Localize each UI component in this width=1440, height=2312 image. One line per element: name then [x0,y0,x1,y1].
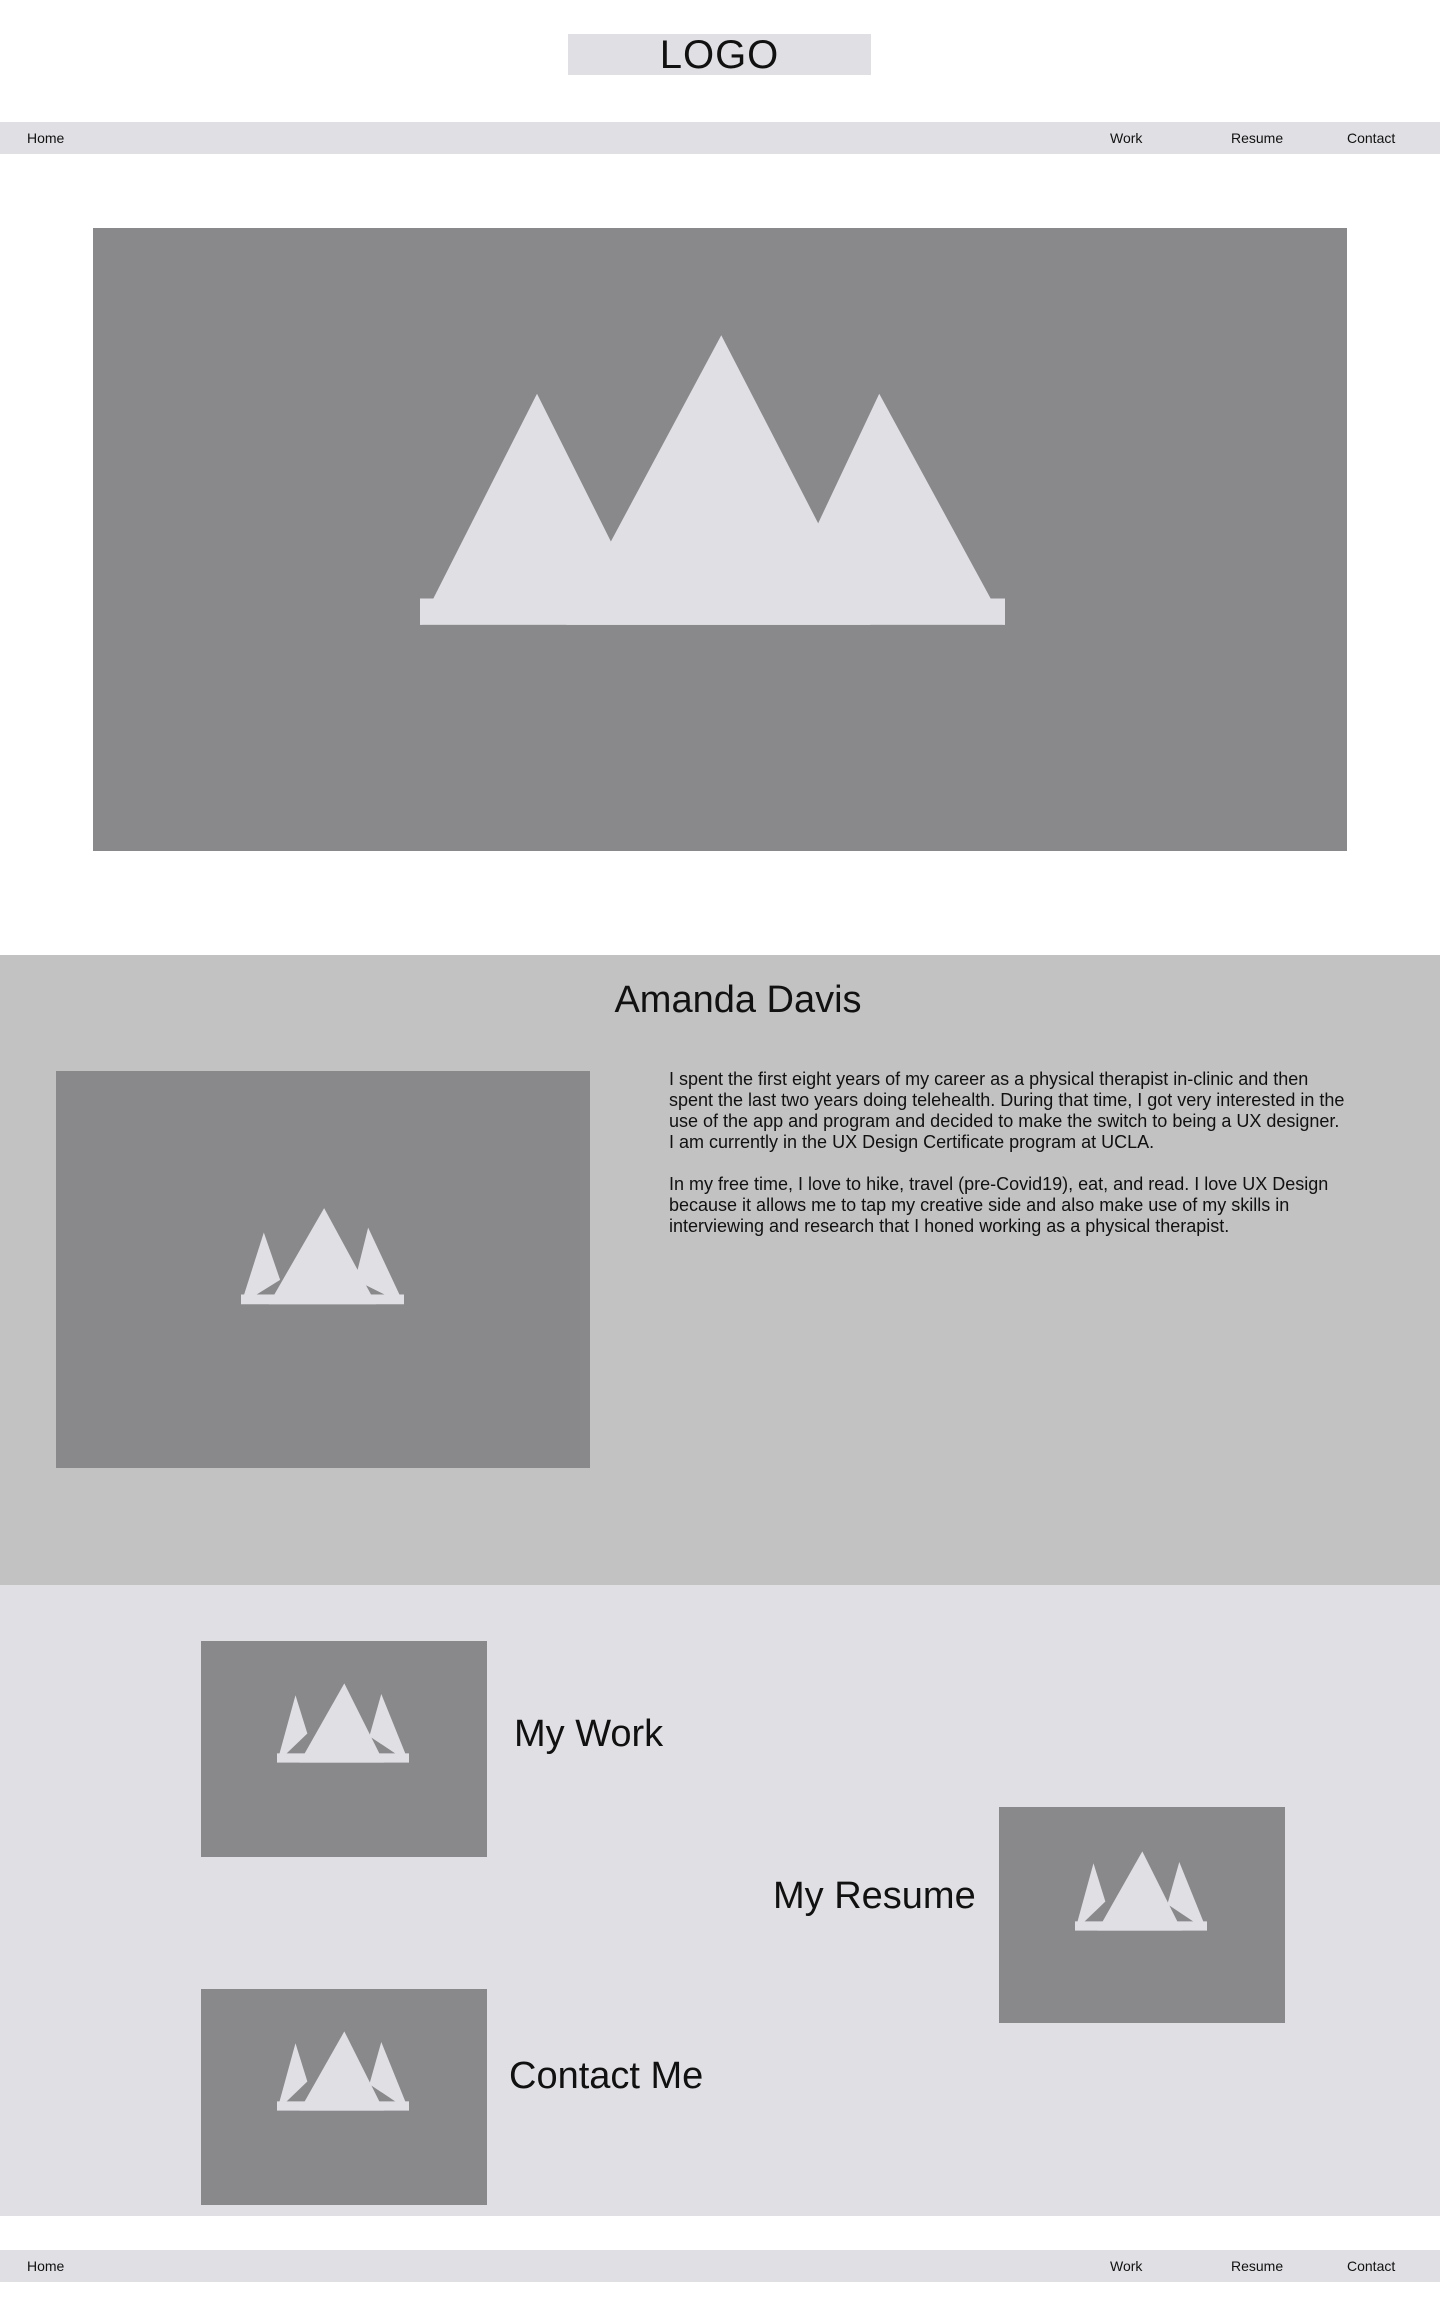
top-nav: Home Work Resume Contact [0,122,1440,154]
nav-resume-link[interactable]: Resume [1231,122,1283,154]
footer-contact-link[interactable]: Contact [1347,2250,1395,2282]
logo[interactable]: LOGO [568,34,871,75]
profile-photo [56,1071,590,1468]
contact-thumbnail[interactable] [201,1989,487,2205]
mountain-icon [277,2031,409,2111]
mountain-icon [1075,1851,1207,1931]
links-section: My Work My Resume Contact Me [0,1585,1440,2216]
mountain-icon [277,1683,409,1763]
mountain-icon [241,1208,404,1305]
hero-image [93,228,1347,851]
mountain-icon [420,335,1005,625]
logo-text: LOGO [659,32,780,77]
nav-work-link[interactable]: Work [1110,122,1142,154]
about-name: Amanda Davis [614,979,862,1021]
nav-contact-link[interactable]: Contact [1347,122,1395,154]
work-thumbnail[interactable] [201,1641,487,1857]
nav-home-link[interactable]: Home [27,122,64,154]
footer-home-link[interactable]: Home [27,2250,64,2282]
about-bio: I spent the first eight years of my care… [669,1069,1349,1258]
my-work-link[interactable]: My Work [514,1713,663,1756]
my-resume-link[interactable]: My Resume [773,1875,976,1918]
about-paragraph: I spent the first eight years of my care… [669,1069,1345,1152]
about-paragraph: In my free time, I love to hike, travel … [669,1174,1329,1236]
resume-thumbnail[interactable] [999,1807,1285,2023]
about-section: Amanda Davis I spent the first eight yea… [0,955,1440,1586]
footer-resume-link[interactable]: Resume [1231,2250,1283,2282]
contact-me-link[interactable]: Contact Me [509,2055,703,2098]
footer-nav: Home Work Resume Contact [0,2250,1440,2282]
footer-work-link[interactable]: Work [1110,2250,1142,2282]
